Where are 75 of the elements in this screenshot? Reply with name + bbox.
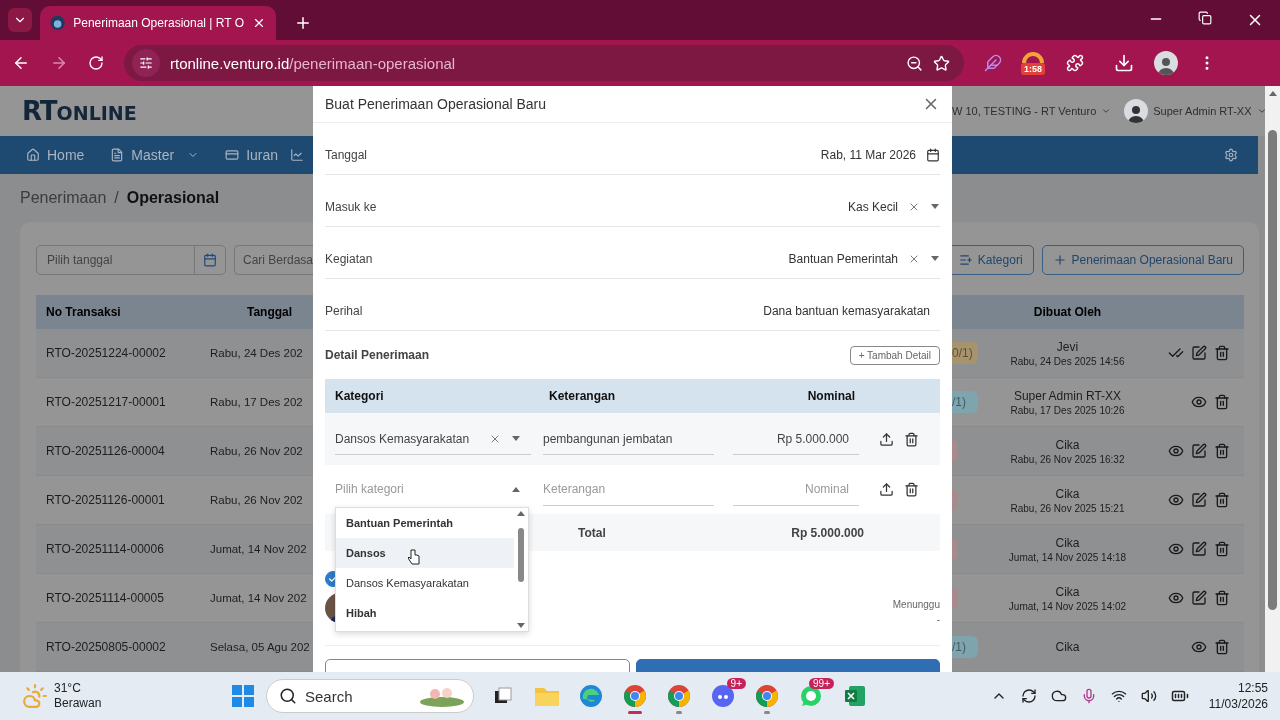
table-cell-text: Jumat, 14 Nov 202 <box>209 592 308 604</box>
dropdown-option[interactable]: Bantuan Pemerintah <box>336 508 514 538</box>
weather-widget[interactable]: 31°C Berawan <box>22 681 232 711</box>
org-selector[interactable]: W 10, TESTING - RT Venturo <box>952 104 1097 117</box>
extension-button[interactable]: 1:58 <box>1022 51 1046 75</box>
nav-item[interactable]: Master <box>110 146 200 163</box>
breadcrumb-current: Operasional <box>126 189 220 207</box>
timer-badge: 1:58 <box>1021 63 1045 75</box>
field-value[interactable]: Rab, 11 Mar 2026 <box>820 147 916 162</box>
creator-name: Cika <box>1055 437 1080 452</box>
field-value[interactable]: Bantuan Pemerintah <box>788 251 898 266</box>
dropdown-option[interactable]: Dansos <box>336 538 514 568</box>
approval-status: Menunggu <box>892 599 940 610</box>
address-bar[interactable]: rtonline.venturo.id/penerimaan-operasional <box>124 45 964 81</box>
browser-tab[interactable]: Penerimaan Operasional | RT O <box>40 6 276 40</box>
creator-name: Super Admin RT-XX <box>1013 388 1122 403</box>
weather-description: Berawan <box>54 696 102 711</box>
section-title: Detail Penerimaan <box>325 348 430 362</box>
temperature: 31°C <box>54 681 82 696</box>
field-label: Tanggal <box>325 147 369 162</box>
user-menu[interactable]: Super Admin RT-XX <box>1153 104 1252 117</box>
total-label: Total <box>578 525 607 540</box>
table-cell-text: Rabu, 24 Des 202 <box>209 347 304 359</box>
status-badge: /1) <box>952 391 978 413</box>
clock[interactable]: 12:55 11/03/2026 <box>1208 680 1268 712</box>
creator-name: Cika <box>1055 486 1080 501</box>
created-date: Rabu, 26 Nov 2025 15:21 <box>1010 502 1125 514</box>
created-date: Jumat, 14 Nov 2025 14:02 <box>1008 600 1127 612</box>
field-label: Perihal <box>325 303 364 318</box>
creator-name: Cika <box>1055 640 1080 654</box>
field-label: Masuk ke <box>325 199 378 214</box>
total-value: Rp 5.000.000 <box>790 525 864 540</box>
amount-field[interactable]: Nominal <box>733 473 859 506</box>
url-text: rtonline.venturo.id/penerimaan-operasional <box>170 54 457 72</box>
table-header: No Transaksi Tanggal <box>36 295 313 329</box>
created-date: Rabu, 26 Nov 2025 16:32 <box>1010 453 1125 465</box>
table-cell-text: Jumat, 14 Nov 202 <box>209 543 308 555</box>
table-cell-text: Rabu, 26 Nov 202 <box>209 445 304 457</box>
table-cell-text: Rabu, 17 Des 202 <box>209 396 304 408</box>
table-header: Kategori Keterangan Nominal <box>325 379 940 413</box>
creator-name: Cika <box>1055 584 1080 599</box>
nav-item[interactable]: Iuran <box>225 146 279 163</box>
field-value[interactable]: Dana bantuan kemasyarakatan <box>763 303 930 318</box>
taskbar-search[interactable]: Search <box>266 679 474 713</box>
approval-note: - <box>936 614 940 625</box>
created-date: Jumat, 14 Nov 2025 14:18 <box>1008 551 1127 563</box>
creator-name: Jevi <box>1056 339 1079 354</box>
table-header: Dibuat Oleh <box>952 295 1244 329</box>
notification-badge: 99+ <box>809 678 834 689</box>
field-label: Kegiatan <box>325 251 374 266</box>
table-cell-text: Selasa, 05 Agu 202 <box>209 641 311 653</box>
status-badge: 0/1) <box>952 342 978 364</box>
description-field[interactable]: pembangunan jembatan <box>543 423 714 455</box>
created-date: Rabu, 17 Des 2025 10:26 <box>1010 404 1125 416</box>
nav-item[interactable]: Home <box>26 146 85 163</box>
modal-title: Buat Penerimaan Operasional Baru <box>325 96 547 112</box>
table-cell-text: RTO-20251224-00002 <box>45 346 167 360</box>
table-cell-text: RTO-20251126-00001 <box>45 493 166 507</box>
field-value[interactable]: Kas Kecil <box>847 199 898 214</box>
add-detail-button[interactable]: + Tambah Detail <box>849 345 940 365</box>
description-field[interactable]: Keterangan <box>543 473 714 506</box>
table-cell-text: RTO-20251126-00004 <box>45 444 166 458</box>
created-date: Rabu, 24 Des 2025 14:56 <box>1010 355 1125 367</box>
logo: RTONLINE <box>22 95 137 126</box>
breadcrumb-separator: / <box>114 189 119 207</box>
table-cell-text: RTO-20251114-00006 <box>45 542 165 556</box>
amount-field[interactable]: Rp 5.000.000 <box>733 423 859 455</box>
notification-badge: 9+ <box>726 678 746 689</box>
table-cell-text: RTO-20251217-00001 <box>45 395 167 409</box>
category-select[interactable]: Dansos Kemasyarakatan <box>335 423 531 455</box>
status-badge: /1) <box>952 636 978 658</box>
table-cell-text: Rabu, 26 Nov 202 <box>209 494 304 506</box>
table-cell-text: RTO-20250805-00002 <box>45 640 167 654</box>
creator-name: Cika <box>1055 535 1080 550</box>
table-cell-text: RTO-20251114-00005 <box>45 591 165 605</box>
